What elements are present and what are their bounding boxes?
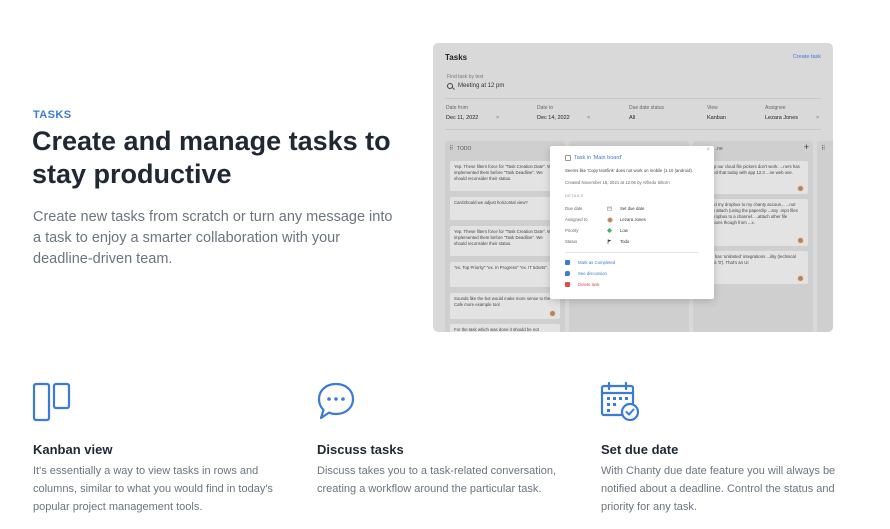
divider <box>565 252 699 253</box>
hero-title: Create and manage tasks to stay producti… <box>32 126 391 189</box>
calendar-check-icon <box>600 381 640 422</box>
feature-desc-discuss: Discuss takes you to a task-related conv… <box>317 465 557 495</box>
task-card[interactable]: ...linked my dropbox to my chanty accoun… <box>698 199 808 246</box>
kanban-icon <box>32 382 71 422</box>
task-created-meta: Created November 18, 2021 at 12:06 by Al… <box>565 180 670 185</box>
filter-date-to[interactable]: Dec 14, 2022 <box>537 115 570 121</box>
tasks-title: Tasks <box>445 53 468 62</box>
column-title: TODO <box>457 146 472 152</box>
filter-label-date-to: Date to <box>537 105 554 111</box>
hero-description: Create new tasks from scratch or turn an… <box>33 209 393 267</box>
delete-task-button[interactable]: Delete task <box>578 282 600 287</box>
due-date-key: Due date <box>565 206 583 211</box>
avatar <box>549 310 556 317</box>
filter-due-status[interactable]: All <box>629 115 635 121</box>
feature-desc-due-date: With Chanty due date feature you will al… <box>601 465 836 513</box>
diamond-icon <box>607 228 612 233</box>
complete-icon <box>565 260 570 265</box>
close-icon[interactable]: × <box>706 147 710 153</box>
filter-label-date-from: Date from <box>446 105 468 111</box>
mark-completed-button[interactable]: Mark as Completed <box>578 260 615 265</box>
status-value[interactable]: Todo <box>620 239 629 244</box>
section-eyebrow: TASKS <box>33 109 72 121</box>
trash-icon <box>565 282 570 287</box>
find-task-input[interactable]: Meeting at 12 pm <box>447 83 504 89</box>
drag-handle-icon[interactable]: ⠿ <box>449 145 453 152</box>
task-card[interactable]: Yep. These filters force for "Task Creat… <box>450 161 560 191</box>
kanban-column-todo: ⠿ TODO Yep. These filters force for "Tas… <box>445 141 565 332</box>
task-detail-popover: × Task in 'Main board' Seems like 'Copy … <box>550 146 714 299</box>
priority-value[interactable]: Low <box>620 228 628 233</box>
find-task-label: Find task by text <box>447 74 484 80</box>
feature-title-discuss: Discuss tasks <box>317 442 404 457</box>
feature-desc-kanban: It's essentially a way to view tasks in … <box>33 465 273 513</box>
task-card[interactable]: ...ed up our cloud file pickers don't wo… <box>698 161 808 194</box>
details-label: DETAILS <box>565 193 584 198</box>
task-card[interactable]: Sounds like the bot would make more sens… <box>450 293 560 319</box>
feature-title-kanban: Kanban view <box>33 442 113 457</box>
chat-icon <box>565 271 570 276</box>
due-date-value[interactable]: Set due date <box>620 206 644 211</box>
tasks-app-screenshot: Tasks Create task Find task by text Meet… <box>433 43 833 332</box>
filter-view[interactable]: Kanban <box>707 115 726 121</box>
filter-label-assignee: Assignee <box>765 105 786 111</box>
avatar <box>607 217 613 223</box>
see-discussion-button[interactable]: See discussion <box>578 271 607 276</box>
feature-title-due-date: Set due date <box>601 442 679 457</box>
complete-checkbox[interactable] <box>565 155 571 161</box>
assigned-to-key: Assigned to <box>565 217 588 222</box>
filter-label-view: View <box>707 105 718 111</box>
assigned-to-value[interactable]: Lezara Jones <box>620 217 646 222</box>
status-key: Status <box>565 239 578 244</box>
task-description: Seems like 'Copy text/link' does not wor… <box>565 168 693 173</box>
calendar-icon <box>607 206 612 211</box>
clear-date-from-icon[interactable]: × <box>496 115 499 121</box>
chat-bubble-icon <box>317 382 355 420</box>
filter-label-due-status: Due date status <box>629 105 665 111</box>
filter-date-from[interactable]: Dec 11, 2022 <box>446 115 478 121</box>
create-task-link[interactable]: Create task <box>793 54 821 60</box>
divider <box>445 98 821 99</box>
add-task-icon[interactable]: + <box>804 142 809 152</box>
search-icon <box>447 83 453 89</box>
drag-handle-icon[interactable]: ⠿ <box>821 145 825 152</box>
priority-key: Priority <box>565 228 579 233</box>
divider <box>445 129 821 130</box>
task-card[interactable]: Can/Should we adjust horizontal view? <box>450 197 560 220</box>
clear-date-to-icon[interactable]: × <box>587 115 590 121</box>
filter-assignee[interactable]: Lezara Jones <box>765 115 798 121</box>
flag-icon <box>607 239 612 244</box>
task-card[interactable]: ...alue has 'unlimited' integrations ...… <box>698 251 808 284</box>
popover-title[interactable]: Task in 'Main board' <box>574 155 622 161</box>
avatar <box>797 237 804 244</box>
avatar <box>797 185 804 192</box>
task-card[interactable]: Yep. These filters force for "Task Creat… <box>450 226 560 256</box>
avatar <box>797 275 804 282</box>
kanban-column-partial: ⠿ <box>817 141 833 332</box>
task-card[interactable]: "ex. Top Priority" "ex. In Progress" "ex… <box>450 262 560 287</box>
clear-assignee-icon[interactable]: × <box>816 115 819 121</box>
task-card[interactable]: For the task which was done it should be… <box>450 324 560 332</box>
find-task-value: Meeting at 12 pm <box>458 83 505 89</box>
column-title: ...ne <box>713 146 723 152</box>
